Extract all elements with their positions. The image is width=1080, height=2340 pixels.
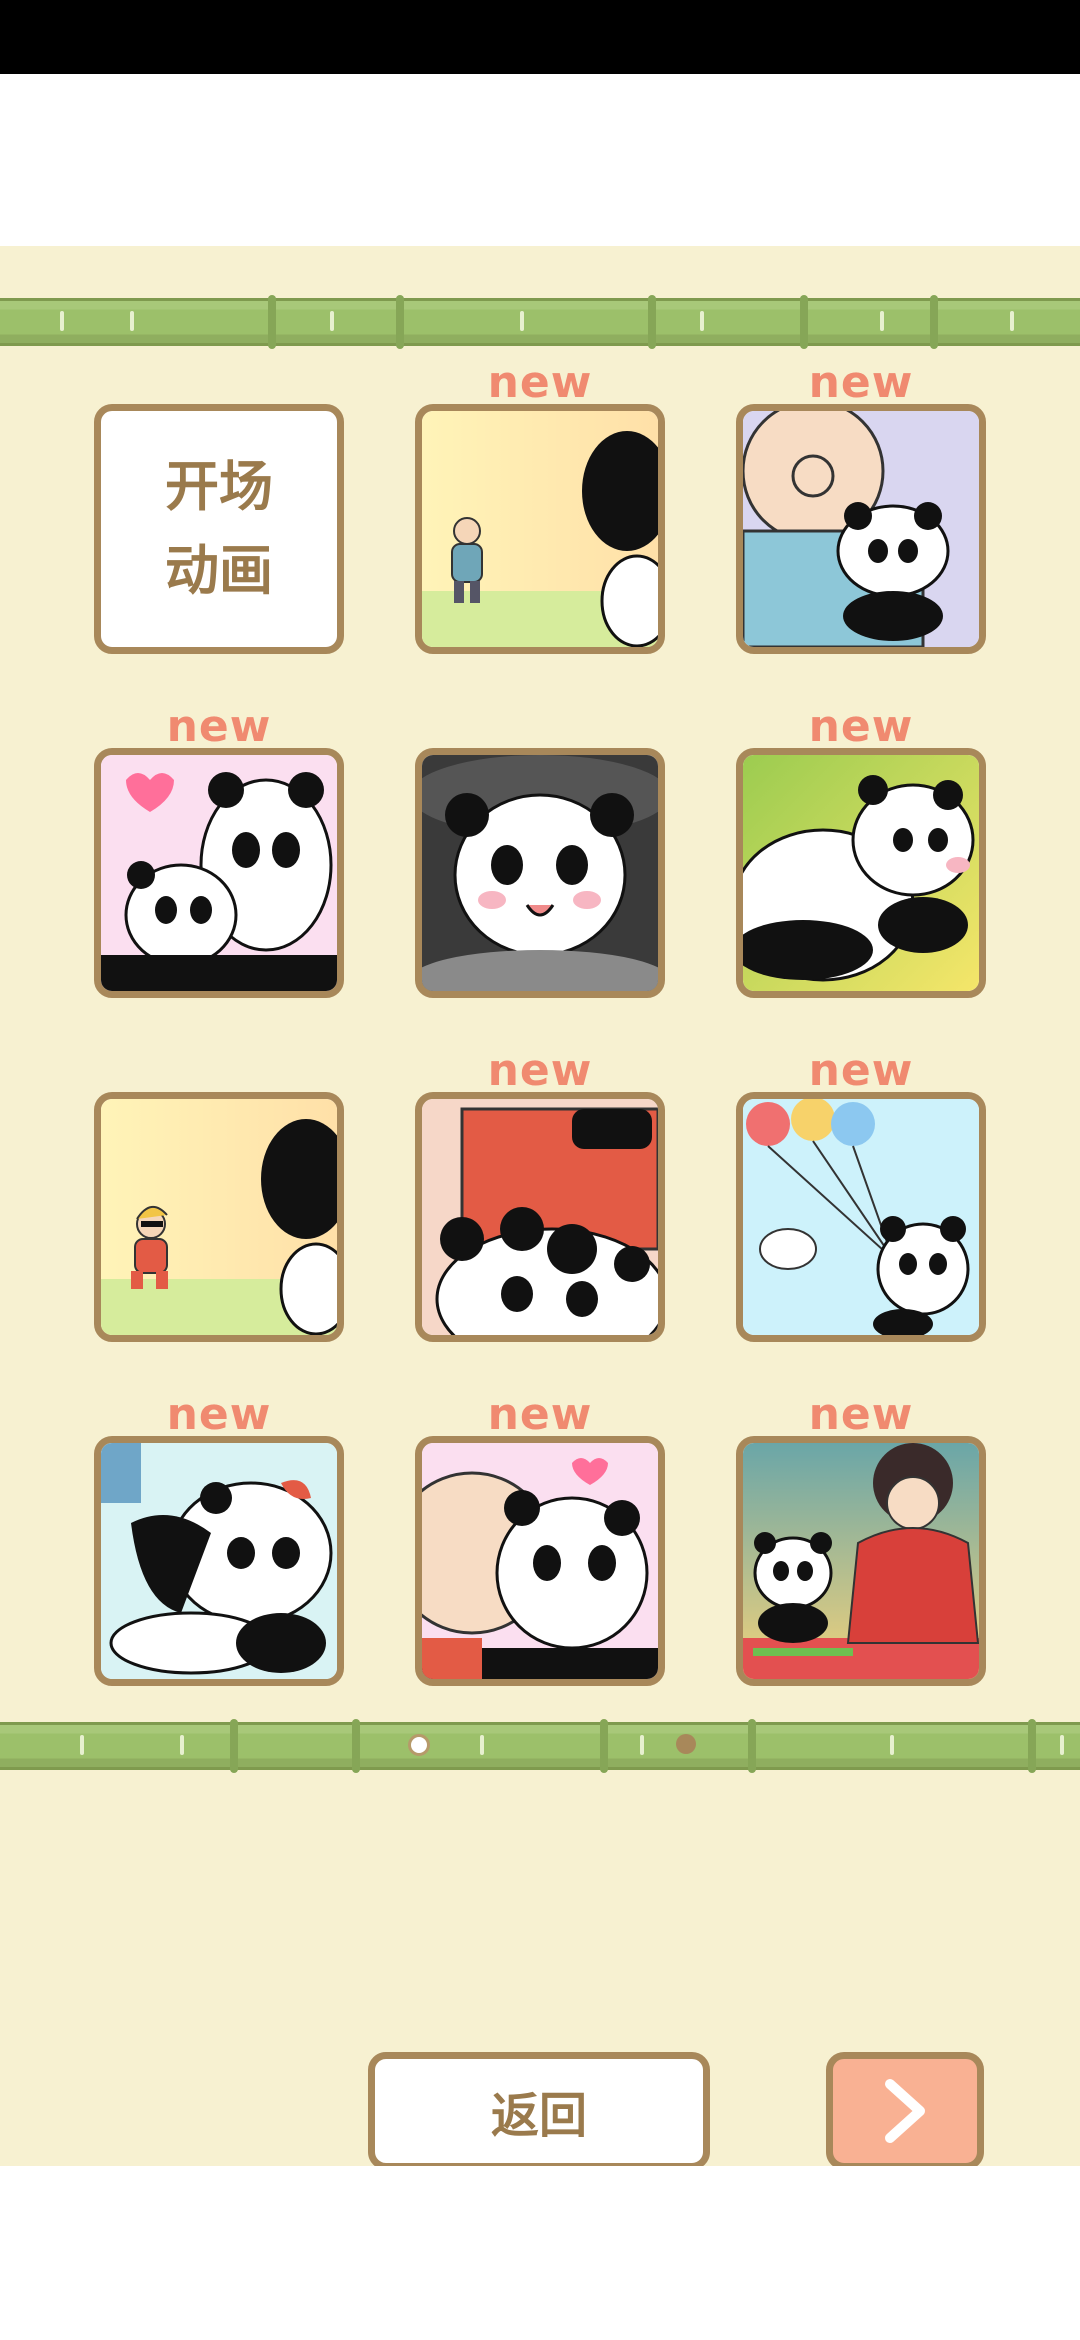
new-badge: new	[808, 1045, 914, 1096]
scene-illustration	[422, 755, 658, 991]
scene-tile-sunglasses-kid-waving[interactable]	[94, 1092, 344, 1342]
bamboo-divider-bottom	[0, 1719, 1080, 1773]
scene-illustration	[101, 1099, 337, 1335]
scene-tile-panda-balloons[interactable]	[736, 1092, 986, 1342]
scene-tile-red-jacket-with-panda[interactable]	[415, 1092, 665, 1342]
scene-illustration	[743, 1099, 979, 1335]
page-indicator-dot-2[interactable]	[676, 1734, 696, 1754]
new-badge: new	[487, 1389, 593, 1440]
scene-illustration	[101, 1443, 337, 1679]
intro-animation-label: 开场 动画	[165, 455, 273, 602]
back-button[interactable]: 返回	[368, 2052, 710, 2170]
scene-tile-panda-in-pot[interactable]	[415, 748, 665, 998]
back-button-label: 返回	[490, 2088, 587, 2144]
new-badge: new	[166, 1389, 272, 1440]
scene-tile-panda-crying[interactable]	[94, 1436, 344, 1686]
new-badge: new	[808, 357, 914, 408]
gallery-screen: new new new new new new new new new 开场 动…	[0, 246, 1080, 2170]
chevron-right-icon	[885, 2079, 925, 2143]
scene-illustration	[743, 411, 979, 647]
new-badge: new	[487, 357, 593, 408]
intro-animation-tile[interactable]: 开场 动画	[94, 404, 344, 654]
scene-tile-grandpa-waving[interactable]	[415, 404, 665, 654]
status-bar	[0, 0, 1080, 74]
next-page-button[interactable]	[826, 2052, 984, 2170]
bottom-blank-area	[0, 2166, 1080, 2340]
scene-illustration	[422, 411, 658, 647]
new-badge: new	[808, 701, 914, 752]
scene-illustration	[422, 1443, 658, 1679]
scene-tile-panda-kissed[interactable]	[415, 1436, 665, 1686]
scene-illustration	[101, 755, 337, 991]
scene-illustration	[422, 1099, 658, 1335]
new-badge: new	[808, 1389, 914, 1440]
scene-illustration	[743, 1443, 979, 1679]
scene-tile-panda-heart-hug[interactable]	[94, 748, 344, 998]
top-blank-area	[0, 74, 1080, 246]
scene-illustration	[743, 755, 979, 991]
scene-tile-panda-lying-grass[interactable]	[736, 748, 986, 998]
new-badge: new	[487, 1045, 593, 1096]
page-indicator-dot-1[interactable]	[408, 1734, 430, 1756]
scene-tile-grandpa-hugging-panda[interactable]	[736, 404, 986, 654]
bamboo-divider-top	[0, 295, 1080, 349]
scene-tile-kimono-girl-panda[interactable]	[736, 1436, 986, 1686]
new-badge: new	[166, 701, 272, 752]
